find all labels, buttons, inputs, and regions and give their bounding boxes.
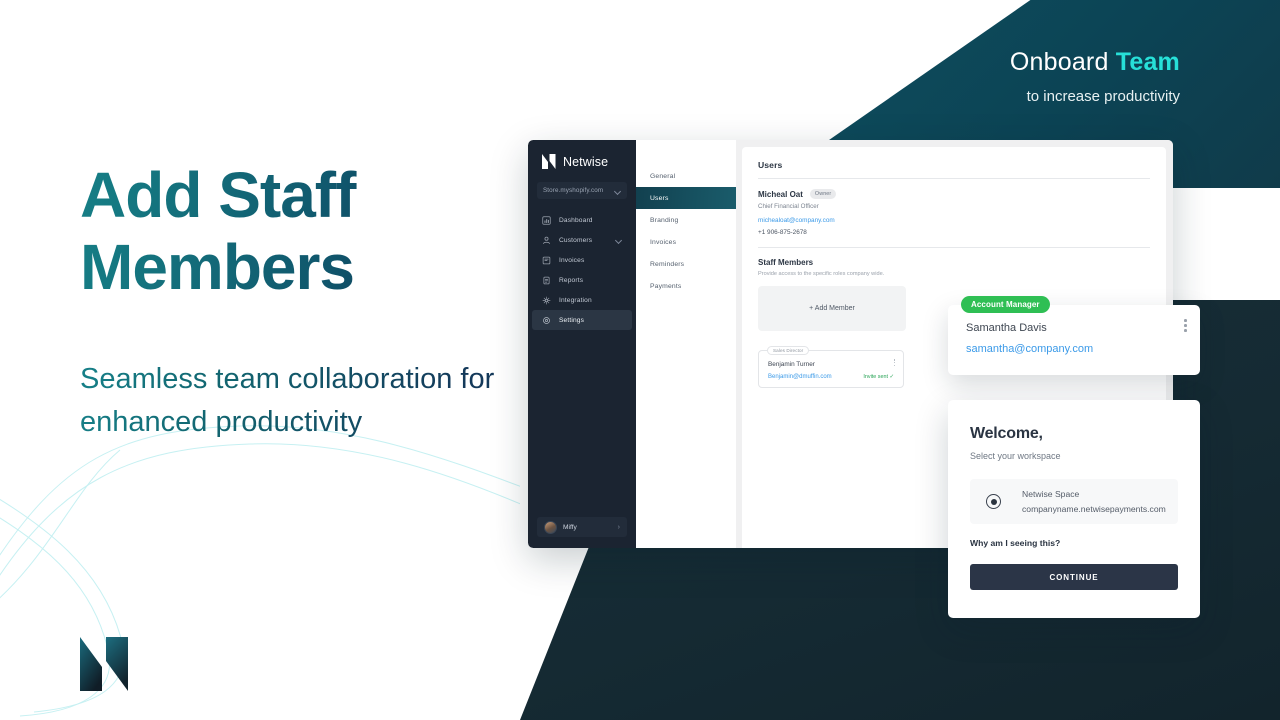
sidebar-user-name: Miffy — [563, 523, 577, 531]
sidebar-nav: Dashboard Customers Invoices Reports Int… — [528, 210, 636, 330]
sidebar-item-label: Invoices — [559, 256, 585, 264]
workspace-name: Netwise Space — [1022, 489, 1080, 499]
account-manager-card[interactable]: Account Manager Samantha Davis samantha@… — [948, 296, 1200, 375]
store-select[interactable]: Store.myshopify.com — [537, 182, 627, 199]
settings-subnav: General Users Branding Invoices Reminder… — [636, 140, 736, 548]
staff-member-meta: Benjamin@dmuffin.com Invite sent ✓ — [768, 374, 894, 380]
store-select-value: Store.myshopify.com — [543, 187, 604, 194]
sidebar-item-dashboard[interactable]: Dashboard — [532, 210, 632, 230]
welcome-modal: Welcome, Select your workspace Netwise S… — [948, 400, 1200, 618]
subnav-item-payments[interactable]: Payments — [636, 275, 736, 297]
sidebar-item-label: Reports — [559, 276, 584, 284]
page-subtitle: Seamless team collaboration for enhanced… — [80, 358, 500, 444]
chart-bar-icon — [542, 215, 551, 225]
why-seeing-this-link[interactable]: Why am I seeing this? — [970, 538, 1178, 548]
user-icon — [543, 236, 550, 244]
workspace-option[interactable]: Netwise Space companyname.netwisepayment… — [970, 479, 1178, 524]
subnav-item-invoices[interactable]: Invoices — [636, 231, 736, 253]
onboard-subtitle: to increase productivity — [1026, 87, 1180, 105]
sidebar-brand: Netwise — [528, 140, 636, 169]
sidebar-item-settings[interactable]: Settings — [532, 310, 632, 330]
sidebar-item-invoices[interactable]: Invoices — [532, 250, 632, 270]
add-member-label: + Add Member — [809, 305, 855, 312]
status-badge: Owner — [809, 189, 837, 199]
sidebar-brand-label: Netwise — [563, 154, 609, 169]
decorative-swoosh-lines — [0, 425, 520, 717]
headline-line-2: Members — [80, 230, 354, 303]
subnav-item-branding[interactable]: Branding — [636, 209, 736, 231]
sidebar-item-customers[interactable]: Customers — [532, 230, 632, 250]
onboard-title-accent: Team — [1115, 48, 1180, 76]
account-manager-email-link[interactable]: samantha@company.com — [966, 343, 1182, 355]
chevron-down-icon — [616, 237, 622, 243]
radio-button-selected[interactable] — [986, 494, 1001, 509]
sidebar-item-label: Dashboard — [559, 216, 593, 224]
divider — [758, 247, 1150, 248]
staff-members-description: Provide access to the specific roles com… — [758, 271, 885, 277]
subnav-item-label: Branding — [650, 216, 679, 224]
role-chip: Sales Director — [767, 346, 810, 355]
role-badge: Account Manager — [961, 296, 1050, 313]
staff-member-card[interactable]: Sales Director Benjamin Turner Benjamin@… — [758, 346, 904, 388]
onboard-title-primary: Onboard — [1009, 48, 1109, 76]
report-icon — [543, 276, 550, 284]
continue-button[interactable]: CONTINUE — [970, 564, 1178, 590]
owner-email-link[interactable]: michealoat@company.com — [758, 217, 1150, 224]
top-right-copy: Onboard Team to increase productivity — [1010, 48, 1180, 105]
invoice-icon — [542, 256, 551, 264]
workspace-details: Netwise Space companyname.netwisepayment… — [1022, 489, 1166, 514]
netwise-n-logo — [80, 637, 128, 691]
welcome-title: Welcome, — [970, 425, 1043, 442]
page-title: Add Staff Members — [80, 160, 540, 303]
kebab-menu-icon[interactable] — [893, 359, 895, 367]
sidebar-item-integration[interactable]: Integration — [532, 290, 632, 310]
invite-status: Invite sent ✓ — [863, 374, 894, 380]
slide-canvas: Add Staff Members Seamless team collabor… — [0, 0, 1280, 720]
headline-line-1: Add Staff — [80, 159, 356, 231]
sidebar-item-label: Integration — [559, 296, 592, 304]
app-sidebar: Netwise Store.myshopify.com Dashboard Cu… — [528, 140, 636, 548]
owner-phone: +1 906-875-2678 — [758, 229, 807, 236]
staff-member-name: Benjamin Turner — [768, 361, 815, 368]
subnav-item-label: General — [650, 172, 676, 180]
netwise-n-logo — [542, 154, 556, 169]
subnav-item-label: Payments — [650, 282, 682, 290]
sidebar-item-label: Customers — [559, 236, 593, 244]
welcome-subtitle: Select your workspace — [970, 451, 1061, 461]
owner-row: Micheal Oat Owner — [758, 189, 1150, 199]
subnav-item-label: Users — [650, 194, 669, 202]
integration-icon — [542, 296, 551, 304]
owner-name: Micheal Oat — [758, 189, 803, 199]
gear-icon — [543, 316, 550, 324]
owner-role: Chief Financial Officer — [758, 203, 819, 210]
subnav-item-general[interactable]: General — [636, 165, 736, 187]
workspace-url: companyname.netwisepayments.com — [1022, 504, 1166, 514]
staff-member-email-link[interactable]: Benjamin@dmuffin.com — [768, 374, 832, 380]
chevron-down-icon — [615, 188, 621, 194]
divider — [758, 178, 1150, 179]
sidebar-user-footer[interactable]: Miffy › — [537, 517, 627, 537]
chevron-right-icon: › — [617, 523, 620, 531]
kebab-menu-icon[interactable] — [1184, 319, 1187, 332]
subnav-item-label: Invoices — [650, 238, 677, 246]
subnav-item-label: Reminders — [650, 260, 685, 268]
staff-members-heading: Staff Members — [758, 258, 814, 267]
sidebar-item-reports[interactable]: Reports — [532, 270, 632, 290]
add-member-button[interactable]: + Add Member — [758, 286, 906, 331]
users-heading: Users — [758, 160, 783, 170]
subnav-item-users[interactable]: Users — [636, 187, 736, 209]
avatar — [544, 520, 557, 534]
sidebar-item-label: Settings — [559, 316, 585, 324]
account-manager-name: Samantha Davis — [966, 322, 1047, 334]
onboard-title: Onboard Team — [1010, 48, 1180, 77]
subnav-item-reminders[interactable]: Reminders — [636, 253, 736, 275]
